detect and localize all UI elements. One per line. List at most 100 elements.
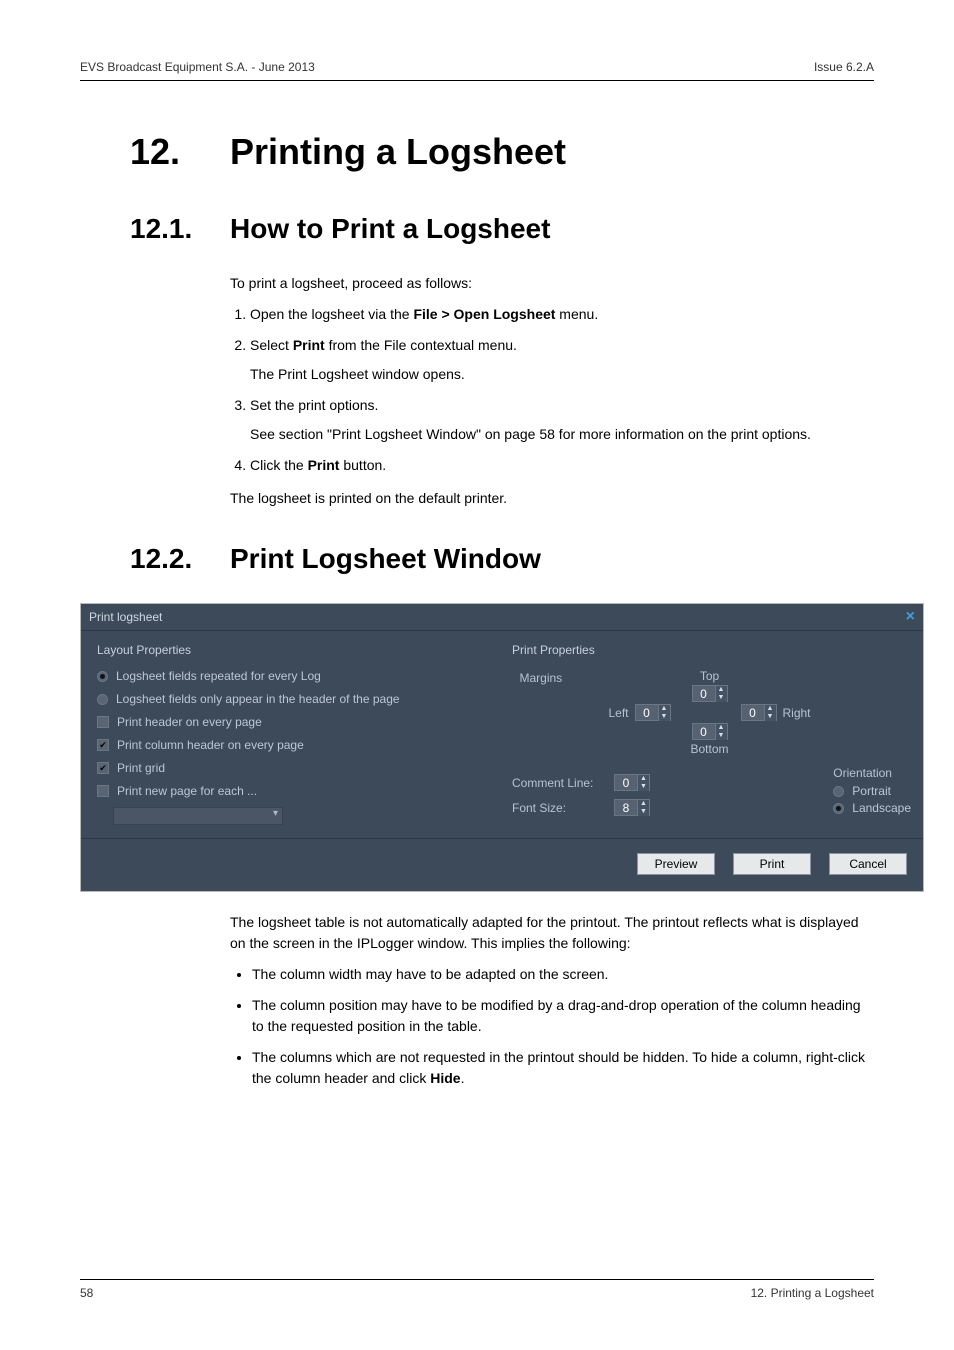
close-icon[interactable]: × <box>906 608 915 626</box>
step-2-text-c: from the File contextual menu. <box>325 337 517 353</box>
step-4: Click the Print button. <box>250 455 874 476</box>
heading-2a-number: 12.1. <box>130 213 230 245</box>
chevron-up-icon[interactable]: ▲ <box>764 705 776 713</box>
margin-left-spin[interactable]: 0▲▼ <box>635 704 671 721</box>
checkbox-icon[interactable] <box>97 716 109 728</box>
step-3-text: Set the print options. <box>250 397 378 413</box>
check-print-header[interactable]: Print header on every page <box>97 715 492 729</box>
radio-logsheet-repeated[interactable]: Logsheet fields repeated for every Log <box>97 669 492 683</box>
chevron-up-icon[interactable]: ▲ <box>637 775 649 783</box>
checkbox-icon[interactable] <box>97 762 109 774</box>
bullet-2: The column position may have to be modif… <box>252 995 874 1037</box>
chevron-up-icon[interactable]: ▲ <box>715 686 727 694</box>
checkbox-icon[interactable] <box>97 785 109 797</box>
chevron-up-icon[interactable]: ▲ <box>715 724 727 732</box>
after-dialog-paragraph: The logsheet table is not automatically … <box>230 912 874 954</box>
heading-1-number: 12. <box>130 131 230 173</box>
step-1-bold: File > Open Logsheet <box>413 306 555 322</box>
bullet-list: The column width may have to be adapted … <box>230 964 874 1089</box>
step-4-bold: Print <box>308 457 340 473</box>
header-right: Issue 6.2.A <box>814 60 874 74</box>
step-1: Open the logsheet via the File > Open Lo… <box>250 304 874 325</box>
radio-icon[interactable] <box>833 803 844 814</box>
margin-right-spin[interactable]: 0▲▼ <box>741 704 777 721</box>
check-label: Print new page for each ... <box>117 784 257 798</box>
step-3-sub: See section "Print Logsheet Window" on p… <box>250 424 874 445</box>
dialog-titlebar: Print logsheet × <box>81 604 923 631</box>
print-button[interactable]: Print <box>733 853 811 875</box>
font-size-label: Font Size: <box>512 801 602 815</box>
layout-properties-title: Layout Properties <box>93 641 496 659</box>
page-header: EVS Broadcast Equipment S.A. - June 2013… <box>80 60 874 81</box>
bullet-3-a: The columns which are not requested in t… <box>252 1049 865 1086</box>
radio-label: Logsheet fields only appear in the heade… <box>116 692 400 706</box>
comment-line-spin[interactable]: 0▲▼ <box>614 774 650 791</box>
heading-2b-title: Print Logsheet Window <box>230 543 541 575</box>
radio-logsheet-header-only[interactable]: Logsheet fields only appear in the heade… <box>97 692 492 706</box>
check-print-new-page[interactable]: Print new page for each ... <box>97 784 492 798</box>
step-3: Set the print options. See section "Prin… <box>250 395 874 445</box>
step-2-sub: The Print Logsheet window opens. <box>250 364 874 385</box>
bullet-3-bold: Hide <box>430 1070 460 1086</box>
heading-2-a: 12.1. How to Print a Logsheet <box>130 213 874 245</box>
chevron-down-icon[interactable]: ▼ <box>658 713 670 721</box>
bullet-3-c: . <box>461 1070 465 1086</box>
heading-2-b: 12.2. Print Logsheet Window <box>130 543 874 575</box>
radio-portrait[interactable]: Portrait <box>833 784 911 798</box>
heading-1-title: Printing a Logsheet <box>230 131 566 173</box>
cancel-button[interactable]: Cancel <box>829 853 907 875</box>
check-print-column-header[interactable]: Print column header on every page <box>97 738 492 752</box>
spin-value: 0 <box>693 724 715 739</box>
preview-button[interactable]: Preview <box>637 853 715 875</box>
print-properties-panel: Print Properties Margins Top 0▲▼ Left 0▲… <box>508 641 911 834</box>
comment-line-row: Comment Line: 0▲▼ <box>512 774 787 791</box>
right-label: Right <box>783 706 811 720</box>
spin-value: 0 <box>636 705 658 720</box>
spin-value: 8 <box>615 800 637 815</box>
step-4-text-c: button. <box>339 457 386 473</box>
check-print-grid[interactable]: Print grid <box>97 761 492 775</box>
chevron-up-icon[interactable]: ▲ <box>637 800 649 808</box>
radio-landscape[interactable]: Landscape <box>833 801 911 815</box>
print-properties-title: Print Properties <box>508 641 911 659</box>
chevron-down-icon[interactable]: ▼ <box>715 732 727 740</box>
layout-properties-panel: Layout Properties Logsheet fields repeat… <box>93 641 496 834</box>
top-label: Top <box>700 669 719 683</box>
radio-icon[interactable] <box>97 694 108 705</box>
margin-top-spin[interactable]: 0▲▼ <box>692 685 728 702</box>
check-label: Print header on every page <box>117 715 262 729</box>
font-size-spin[interactable]: 8▲▼ <box>614 799 650 816</box>
spin-value: 0 <box>693 686 715 701</box>
radio-icon[interactable] <box>833 786 844 797</box>
bottom-label: Bottom <box>690 742 728 756</box>
chevron-up-icon[interactable]: ▲ <box>658 705 670 713</box>
step-1-text-a: Open the logsheet via the <box>250 306 413 322</box>
chevron-down-icon[interactable]: ▼ <box>637 808 649 816</box>
chevron-down-icon[interactable]: ▼ <box>715 694 727 702</box>
orientation-group: Orientation Portrait Landscape <box>833 766 911 818</box>
step-2-text-a: Select <box>250 337 293 353</box>
check-label: Print column header on every page <box>117 738 304 752</box>
radio-label: Logsheet fields repeated for every Log <box>116 669 321 683</box>
bullet-1: The column width may have to be adapted … <box>252 964 874 985</box>
radio-icon[interactable] <box>97 671 108 682</box>
after-steps: The logsheet is printed on the default p… <box>230 488 874 509</box>
heading-1: 12. Printing a Logsheet <box>130 131 874 173</box>
checkbox-icon[interactable] <box>97 739 109 751</box>
margin-bottom-spin[interactable]: 0▲▼ <box>692 723 728 740</box>
step-4-text-a: Click the <box>250 457 308 473</box>
margins-group: Margins Top 0▲▼ Left 0▲▼ 0▲▼ Right <box>580 669 840 756</box>
chevron-down-icon[interactable]: ▼ <box>637 783 649 791</box>
orientation-label: Orientation <box>833 766 911 780</box>
new-page-select[interactable] <box>113 807 283 825</box>
dialog-title: Print logsheet <box>89 610 162 624</box>
spin-value: 0 <box>615 775 637 790</box>
comment-line-label: Comment Line: <box>512 776 602 790</box>
header-left: EVS Broadcast Equipment S.A. - June 2013 <box>80 60 315 74</box>
step-2-bold: Print <box>293 337 325 353</box>
chevron-down-icon[interactable]: ▼ <box>764 713 776 721</box>
step-1-text-c: menu. <box>555 306 598 322</box>
page-footer: 58 12. Printing a Logsheet <box>80 1279 874 1300</box>
check-label: Print grid <box>117 761 165 775</box>
left-label: Left <box>608 706 628 720</box>
